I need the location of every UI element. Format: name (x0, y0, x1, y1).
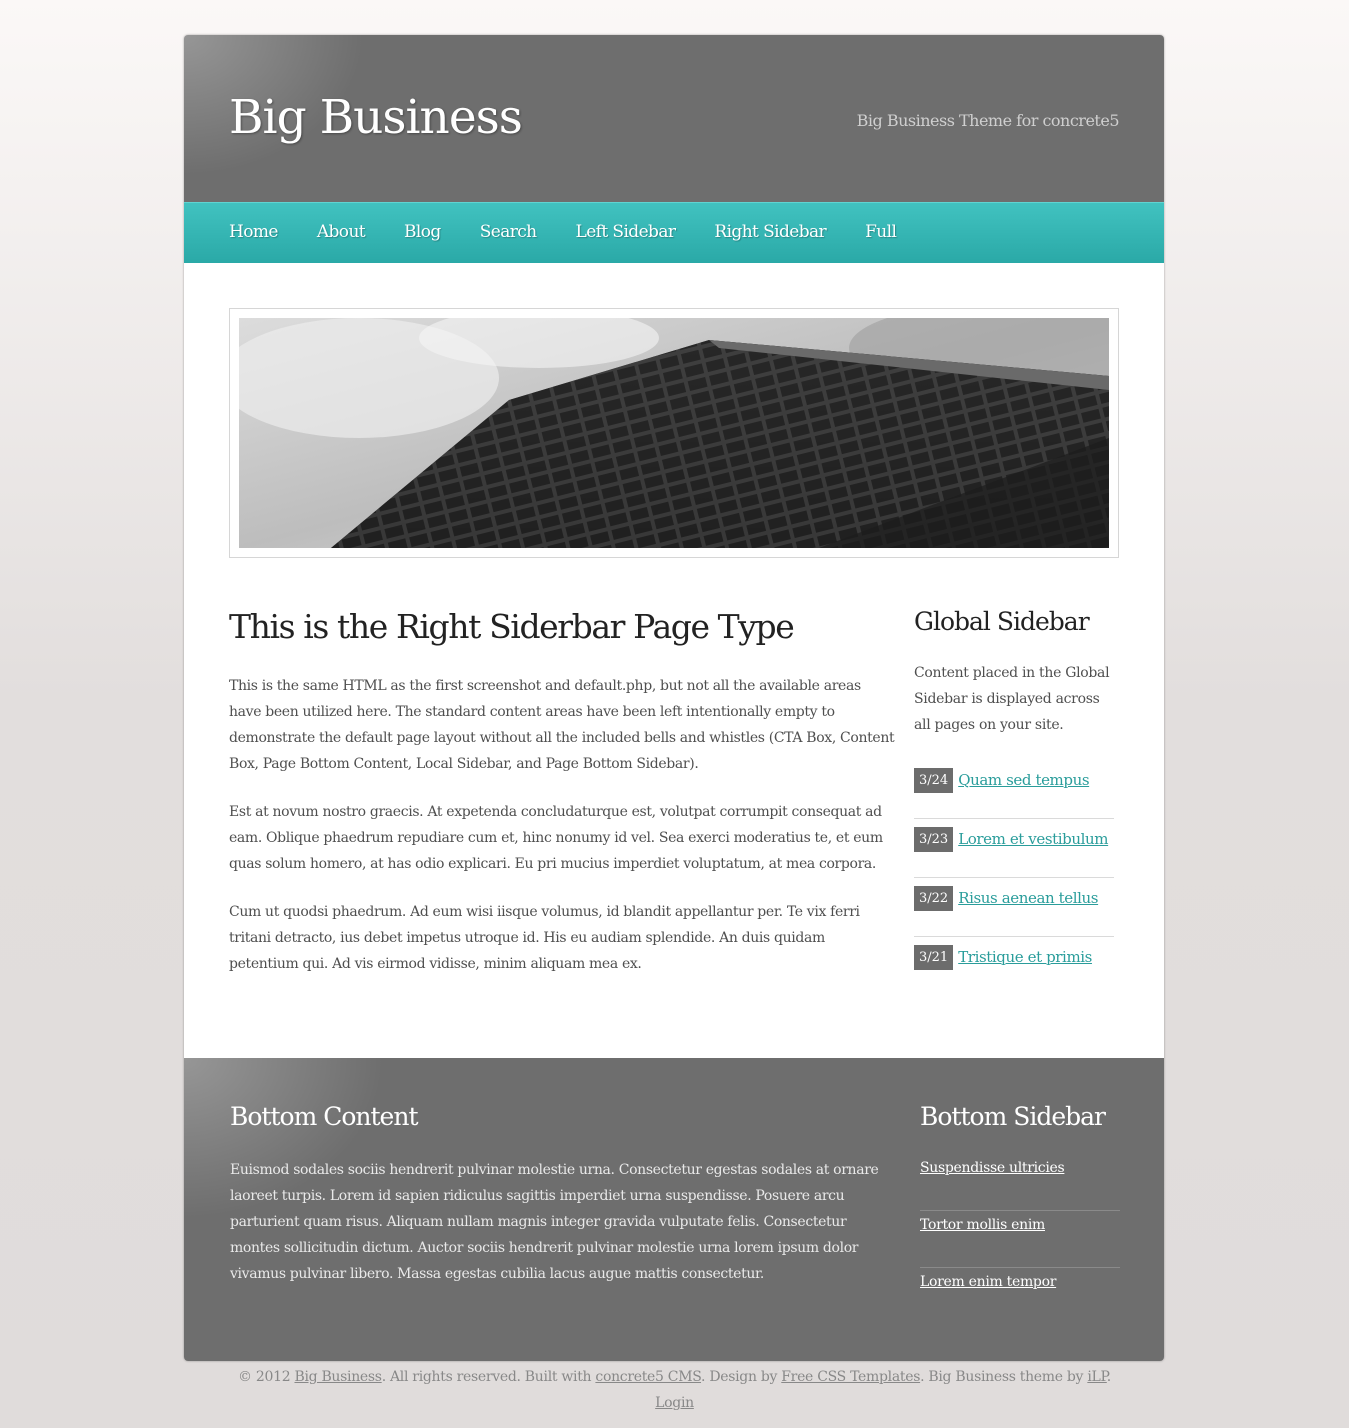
content-paragraph: Cum ut quodsi phaedrum. Ad eum wisi iisq… (229, 904, 860, 972)
nav-item-blog[interactable]: Blog (404, 222, 441, 242)
bottom-content-title: Bottom Content (230, 1102, 418, 1131)
global-sidebar: Global Sidebar Content placed in the Glo… (914, 607, 1114, 996)
copyright-text: . Design by (701, 1369, 782, 1385)
date-badge: 3/23 (914, 827, 954, 852)
bottom-sidebar-links: Suspendisse ultricies Tortor mollis enim… (920, 1154, 1120, 1325)
copyright-text: . Big Business theme by (920, 1369, 1088, 1385)
bottom-sidebar-title: Bottom Sidebar (920, 1102, 1106, 1131)
bottom-sidebar-link[interactable]: Suspendisse ultricies (920, 1160, 1065, 1176)
main-area: This is the Right Siderbar Page Type Thi… (184, 263, 1164, 1058)
nav-item-search[interactable]: Search (480, 222, 537, 242)
sidebar-post-list: 3/24 Quam sed tempus 3/23 Lorem et vesti… (914, 760, 1114, 996)
bottom-sidebar-link[interactable]: Lorem enim tempor (920, 1274, 1056, 1290)
date-badge: 3/21 (914, 945, 954, 970)
sidebar-post-link[interactable]: Quam sed tempus (958, 768, 1089, 792)
list-item: 3/21 Tristique et primis (914, 937, 1114, 996)
nav-item-home[interactable]: Home (229, 222, 278, 242)
sidebar-title: Global Sidebar (914, 607, 1090, 636)
date-badge: 3/22 (914, 886, 954, 911)
footer-design-link[interactable]: Free CSS Templates (781, 1369, 920, 1385)
copyright-footer: © 2012 Big Business. All rights reserved… (0, 1364, 1349, 1416)
sidebar-post-link[interactable]: Lorem et vestibulum (958, 827, 1108, 851)
footer-site-link[interactable]: Big Business (294, 1369, 382, 1385)
content-paragraph: Est at novum nostro graecis. At expetend… (229, 804, 883, 872)
page-wrapper: Big Business Big Business Theme for conc… (184, 35, 1164, 1361)
site-header: Big Business Big Business Theme for conc… (184, 35, 1164, 202)
main-content: This is the same HTML as the first scree… (229, 673, 897, 999)
copyright-text: . (1106, 1369, 1111, 1385)
footer-cms-link[interactable]: concrete5 CMS (595, 1369, 701, 1385)
building-photo (239, 318, 1109, 548)
hero-image (229, 308, 1119, 558)
site-tagline: Big Business Theme for concrete5 (856, 111, 1120, 130)
list-item: Suspendisse ultricies (920, 1154, 1120, 1211)
list-item: 3/24 Quam sed tempus (914, 760, 1114, 819)
bottom-section: Bottom Content Euismod sodales sociis he… (184, 1058, 1164, 1361)
date-badge: 3/24 (914, 768, 954, 793)
login-link[interactable]: Login (655, 1395, 694, 1411)
list-item: Tortor mollis enim (920, 1211, 1120, 1268)
nav-item-about[interactable]: About (317, 222, 366, 242)
page-title: This is the Right Siderbar Page Type (229, 607, 795, 646)
copyright-text: © 2012 (238, 1369, 295, 1385)
content-paragraph: This is the same HTML as the first scree… (229, 678, 895, 772)
sidebar-description: Content placed in the Global Sidebar is … (914, 665, 1110, 733)
nav-item-full[interactable]: Full (865, 222, 897, 242)
footer-author-link[interactable]: iLP (1087, 1369, 1107, 1385)
list-item: 3/22 Risus aenean tellus (914, 878, 1114, 937)
sidebar-post-link[interactable]: Tristique et primis (958, 945, 1092, 969)
copyright-text: . All rights reserved. Built with (381, 1369, 596, 1385)
site-title[interactable]: Big Business (229, 90, 523, 145)
list-item: 3/23 Lorem et vestibulum (914, 819, 1114, 878)
list-item: Lorem enim tempor (920, 1268, 1120, 1325)
main-nav: Home About Blog Search Left Sidebar Righ… (184, 202, 1164, 263)
sidebar-post-link[interactable]: Risus aenean tellus (958, 886, 1098, 910)
bottom-sidebar-link[interactable]: Tortor mollis enim (920, 1217, 1045, 1233)
nav-item-right-sidebar[interactable]: Right Sidebar (714, 222, 826, 242)
nav-item-left-sidebar[interactable]: Left Sidebar (576, 222, 676, 242)
bottom-content-body: Euismod sodales sociis hendrerit pulvina… (230, 1162, 879, 1282)
